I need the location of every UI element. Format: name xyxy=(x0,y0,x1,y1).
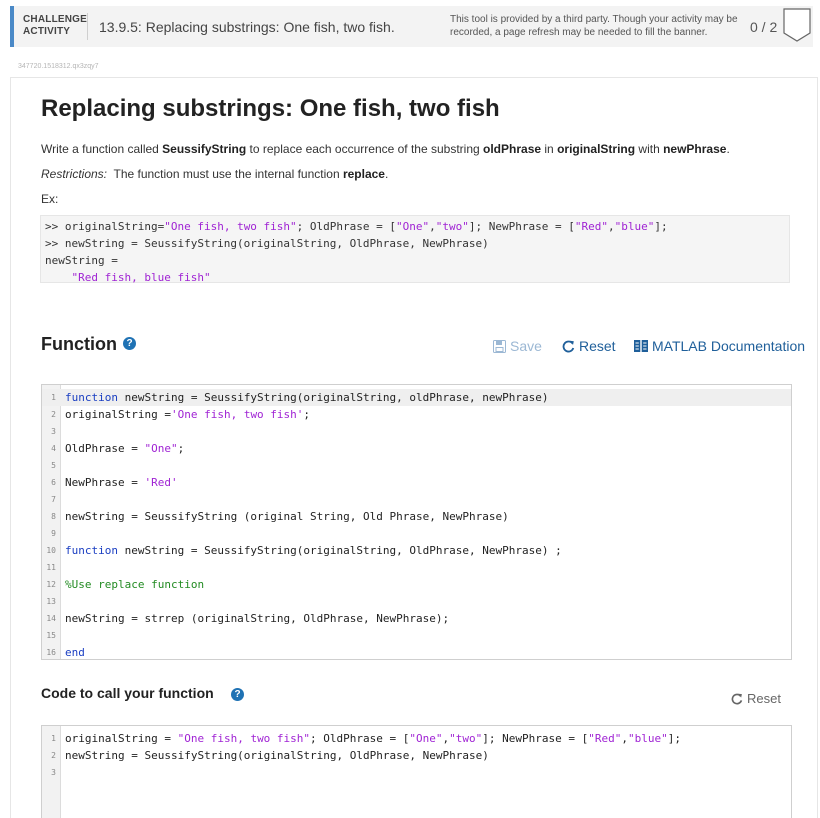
activity-type-label: CHALLENGE ACTIVITY xyxy=(23,14,88,37)
matlab-documentation-link[interactable]: MATLAB Documentation xyxy=(634,338,805,354)
description-paragraph: Write a function called SeussifyString t… xyxy=(41,142,730,156)
example-label: Ex: xyxy=(41,192,59,206)
progress-count: 0 / 2 xyxy=(750,19,778,35)
code-line[interactable]: 15 xyxy=(42,627,791,644)
example-code-block: >> originalString="One fish, two fish"; … xyxy=(40,215,790,284)
reset-call-button[interactable]: Reset xyxy=(731,691,781,706)
code-line[interactable]: 14 newString = strrep (originalString, Ol… xyxy=(42,610,791,627)
save-icon xyxy=(493,339,506,353)
code-line[interactable]: 9 xyxy=(42,525,791,542)
code-line[interactable]: 7 xyxy=(42,491,791,508)
code-line[interactable]: 13 xyxy=(42,593,791,610)
book-icon xyxy=(634,340,648,352)
reset-icon xyxy=(731,693,743,704)
reset-button[interactable]: Reset xyxy=(562,338,616,354)
restrictions-paragraph: Restrictions: The function must use the … xyxy=(41,167,389,181)
code-line[interactable]: 11 xyxy=(42,559,791,576)
code-line[interactable]: 6 NewPhrase = 'Red' xyxy=(42,474,791,491)
function-code-editor[interactable]: 1 function newString = SeussifyString(ori… xyxy=(41,384,792,660)
code-line[interactable]: 3 xyxy=(42,764,791,781)
function-section-title: Function xyxy=(41,334,117,354)
call-section-title: Code to call your function xyxy=(41,685,214,701)
help-icon[interactable]: ? xyxy=(231,688,244,701)
code-line[interactable]: 8 newString = SeussifyString (original St… xyxy=(42,508,791,525)
code-line[interactable]: 10 function newString = SeussifyString(or… xyxy=(42,542,791,559)
code-line[interactable]: 1 function newString = SeussifyString(ori… xyxy=(42,389,791,406)
help-icon[interactable]: ? xyxy=(123,337,136,350)
code-line[interactable]: 5 xyxy=(42,457,791,474)
call-code-editor[interactable]: 1 originalString = "One fish, two fish"; … xyxy=(41,725,792,818)
code-line[interactable]: 12 %Use replace function xyxy=(42,576,791,593)
activity-title: 13.9.5: Replacing substrings: One fish, … xyxy=(99,19,395,35)
code-line[interactable]: 16 end xyxy=(42,644,791,659)
code-line[interactable]: 2 originalString ='One fish, two fish'; xyxy=(42,406,791,423)
code-line[interactable]: 3 xyxy=(42,423,791,440)
activity-banner: CHALLENGE ACTIVITY 13.9.5: Replacing sub… xyxy=(10,6,813,47)
page-title: Replacing substrings: One fish, two fish xyxy=(41,95,500,122)
third-party-note: This tool is provided by a third party. … xyxy=(450,14,738,38)
reset-icon xyxy=(562,340,575,352)
activity-id: 347720.1518312.qx3zqy7 xyxy=(18,63,99,70)
progress-chip-icon xyxy=(783,8,811,42)
save-button[interactable]: Save xyxy=(493,338,542,354)
code-line[interactable]: 2 newString = SeussifyString(originalStri… xyxy=(42,747,791,764)
code-line[interactable]: 4 OldPhrase = "One"; xyxy=(42,440,791,457)
banner-divider xyxy=(87,13,88,40)
code-line[interactable]: 1 originalString = "One fish, two fish"; … xyxy=(42,730,791,747)
